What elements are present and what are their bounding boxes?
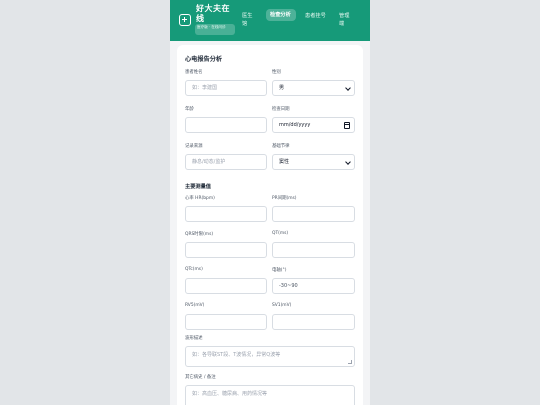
nav-check-analysis[interactable]: 检查分析	[266, 9, 296, 21]
waveform-label: 波形描述	[185, 336, 203, 341]
sv1-label: SV1(mV)	[272, 303, 292, 308]
brand-tag: 医疗版 · 在线问诊	[195, 24, 235, 35]
history-placeholder: 如：高血压、糖尿病、用药情况等	[192, 391, 268, 397]
qtc-label: QTc(ms)	[185, 267, 203, 272]
brand-title: 好大夫在线	[196, 4, 230, 23]
heart-rate-label: 心率 HR(bpm)	[185, 196, 215, 201]
pr-interval-input[interactable]	[272, 206, 355, 222]
check-date-placeholder: mm/dd/yyyy	[279, 122, 311, 128]
history-label: 其它病史 / 备注	[185, 375, 216, 380]
axis-label: 电轴(°)	[272, 268, 287, 273]
base-rhythm-label: 基础节律	[272, 144, 290, 149]
nav-admin[interactable]: 管理端	[339, 12, 351, 28]
base-rhythm-value: 窦性	[279, 159, 290, 165]
gender-select[interactable]: 男	[272, 80, 355, 96]
qrs-duration-label: QRS时限(ms)	[185, 232, 214, 237]
record-source-input[interactable]: 静息/动态/监护	[185, 154, 267, 170]
qt-label: QT(ms)	[272, 231, 289, 236]
patient-name-label: 患者姓名	[185, 70, 203, 75]
axis-input[interactable]: -30~90	[272, 278, 355, 294]
medical-cross-icon	[179, 14, 191, 26]
sv1-input[interactable]	[272, 314, 355, 330]
rv5-input[interactable]	[185, 314, 267, 330]
rv5-label: RV5(mV)	[185, 303, 205, 308]
chevron-down-icon	[345, 159, 351, 165]
pr-interval-label: PR间期(ms)	[272, 196, 297, 201]
patient-name-input[interactable]: 如：李建国	[185, 80, 267, 96]
nav-doctors[interactable]: 医生馆	[242, 12, 256, 28]
app-header: 好大夫在线 医疗版 · 在线问诊 医生馆 检查分析 患者挂号 管理端	[170, 0, 370, 41]
age-input[interactable]	[185, 117, 267, 133]
app-frame: 好大夫在线 医疗版 · 在线问诊 医生馆 检查分析 患者挂号 管理端 心电报告分…	[170, 0, 370, 405]
form-title: 心电报告分析	[185, 56, 223, 63]
waveform-textarea[interactable]: 如：各导联ST段、T波情况，异常Q波等	[185, 346, 355, 367]
check-date-input[interactable]: mm/dd/yyyy	[272, 117, 355, 133]
qrs-duration-input[interactable]	[185, 242, 267, 258]
check-date-label: 检查日期	[272, 107, 290, 112]
age-label: 年龄	[185, 107, 194, 112]
chevron-down-icon	[345, 85, 351, 91]
qtc-input[interactable]	[185, 278, 267, 294]
measurements-title: 主要测量值	[185, 184, 211, 190]
qt-input[interactable]	[272, 242, 355, 258]
record-source-label: 记录来源	[185, 144, 203, 149]
calendar-icon[interactable]	[344, 122, 350, 129]
ecg-form-card: 心电报告分析 患者姓名 如：李建国 性别 男 年龄 检查日期 mm/dd/yyy…	[177, 45, 363, 405]
history-textarea[interactable]: 如：高血压、糖尿病、用药情况等	[185, 385, 355, 405]
waveform-placeholder: 如：各导联ST段、T波情况，异常Q波等	[192, 352, 281, 358]
resize-handle-icon[interactable]	[348, 360, 352, 364]
base-rhythm-select[interactable]: 窦性	[272, 154, 355, 170]
heart-rate-input[interactable]	[185, 206, 267, 222]
nav-registration[interactable]: 患者挂号	[305, 12, 327, 20]
gender-label: 性别	[272, 70, 281, 75]
gender-value: 男	[279, 85, 285, 91]
